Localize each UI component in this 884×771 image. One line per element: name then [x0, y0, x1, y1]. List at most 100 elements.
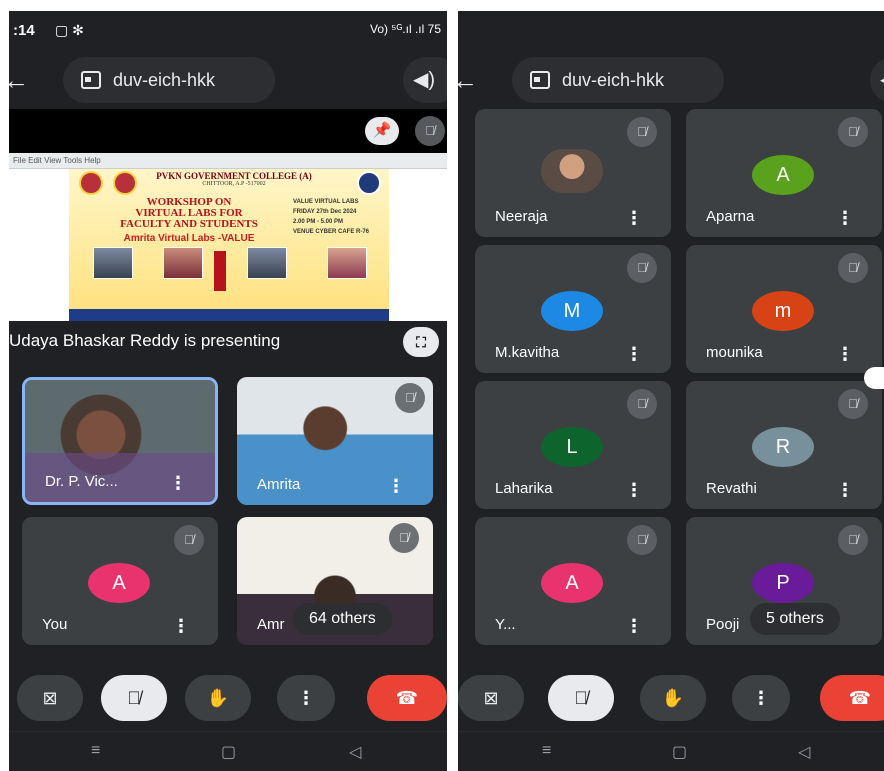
back-nav-icon[interactable]: ◁ — [798, 742, 810, 762]
more-options-icon[interactable]: ⋮ — [625, 481, 643, 499]
status-time: :14 — [13, 22, 35, 39]
mic-off-icon: 🎙̸ — [627, 389, 657, 419]
back-arrow-icon[interactable]: ← — [458, 65, 484, 97]
participant-tile-self[interactable]: 🎙̸ A You ⋮ — [22, 517, 218, 645]
avatar: P — [752, 563, 814, 603]
more-options-icon[interactable]: ⋮ — [387, 477, 405, 495]
poster-footer-strip — [69, 309, 389, 321]
participant-name: Y... — [495, 616, 516, 633]
others-count-pill[interactable]: 5 others — [750, 603, 840, 635]
meeting-info-button[interactable]: duv-eich-hkk — [63, 57, 275, 103]
presenting-label: Udaya Bhaskar Reddy is presenting — [9, 331, 281, 350]
speaker-photo — [327, 247, 367, 279]
resource-persons-banner — [214, 251, 226, 291]
pin-icon[interactable]: 📌 — [365, 117, 399, 145]
more-options-icon[interactable]: ⋮ — [836, 345, 854, 363]
participant-tile[interactable]: Dr. P. Vic... ⋮ — [22, 377, 218, 505]
home-icon[interactable]: ▢ — [221, 742, 236, 762]
event-details: VALUE VIRTUAL LABS FRIDAY 27th Dec 2024 … — [293, 197, 383, 237]
back-nav-icon[interactable]: ◁ — [349, 742, 361, 762]
amrita-subtitle: Amrita Virtual Labs -VALUE — [123, 233, 255, 244]
participant-tile[interactable]: 🎙̸ R Revathi ⋮ — [686, 381, 882, 509]
end-call-button[interactable]: ☎ — [820, 675, 884, 721]
avatar: A — [752, 155, 814, 195]
slide-toolbar: File Edit View Tools Help — [9, 153, 447, 169]
raise-hand-icon[interactable]: ✋ — [185, 675, 251, 721]
participant-tile[interactable]: 🎙̸ Amrita ⋮ — [237, 377, 433, 505]
avatar: R — [752, 427, 814, 467]
camera-off-icon[interactable]: ⊠ — [17, 675, 83, 721]
event-time: 2.00 PM - 5.00 PM — [293, 219, 344, 225]
more-options-icon[interactable]: ⋮ — [172, 617, 190, 635]
speaker-icon[interactable]: ◀) — [870, 57, 884, 103]
participant-name: M.kavitha — [495, 344, 560, 361]
meeting-code: duv-eich-hkk — [562, 69, 665, 90]
avatar: A — [541, 563, 603, 603]
right-phone-screen: ← duv-eich-hkk ◀) 🎙̸ Neeraja ⋮ 🎙̸ A Apar… — [458, 11, 884, 771]
participant-tile[interactable]: 🎙̸ Amr 64 others — [237, 517, 433, 645]
fullscreen-icon[interactable]: ⛶ — [403, 327, 439, 357]
speaker-photo — [93, 247, 133, 279]
call-controls: ⊠ 🎙̸ ✋ ⋮ ☎ — [458, 675, 884, 725]
participant-tile[interactable]: 🎙̸ m mounika ⋮ — [686, 245, 882, 373]
vlabs-label: VALUE VIRTUAL LABS — [293, 199, 359, 205]
camera-off-icon[interactable]: ⊠ — [458, 675, 524, 721]
recents-icon[interactable]: ≡ — [91, 742, 100, 760]
home-icon[interactable]: ▢ — [672, 742, 687, 762]
more-options-icon[interactable]: ⋮ — [625, 617, 643, 635]
workshop-poster: PVKN GOVERNMENT COLLEGE (A) CHITTOOR, A.… — [69, 169, 389, 321]
avatar: m — [752, 291, 814, 331]
college-address: CHITTOOR, A.P -517002 — [202, 181, 266, 187]
meeting-info-button[interactable]: duv-eich-hkk — [512, 57, 724, 103]
calendar-icon — [81, 71, 101, 89]
mic-toggle-button[interactable]: 🎙̸ — [101, 675, 167, 721]
mic-off-icon: 🎙̸ — [627, 525, 657, 555]
more-options-icon[interactable]: ⋮ — [625, 345, 643, 363]
recents-icon[interactable]: ≡ — [542, 742, 551, 760]
others-count-pill[interactable]: 64 others — [293, 603, 392, 635]
participant-name: Revathi — [706, 480, 757, 497]
mic-off-icon: 🎙̸ — [838, 389, 868, 419]
participant-tile[interactable]: 🎙̸ Neeraja ⋮ — [475, 109, 671, 237]
mic-off-icon: 🎙̸ — [395, 383, 425, 413]
mic-off-icon: 🎙̸ — [415, 116, 445, 146]
more-options-icon[interactable]: ⋮ — [625, 209, 643, 227]
more-options-icon[interactable]: ⋮ — [732, 675, 790, 721]
participant-tile[interactable]: 🎙̸ M M.kavitha ⋮ — [475, 245, 671, 373]
participant-name: Aparna — [706, 208, 755, 225]
shared-screen: File Edit View Tools Help PVKN GOVERNMEN… — [9, 153, 447, 321]
mic-off-icon: 🎙̸ — [627, 117, 657, 147]
more-options-icon[interactable]: ⋮ — [836, 481, 854, 499]
participant-tile[interactable]: 🎙̸ A Y... ⋮ — [475, 517, 671, 645]
participant-tile[interactable]: 🎙̸ L Laharika ⋮ — [475, 381, 671, 509]
participant-name: Amrita — [257, 476, 301, 493]
avatar: M — [541, 291, 603, 331]
more-options-icon[interactable]: ⋮ — [169, 474, 187, 492]
call-controls: ⊠ 🎙̸ ✋ ⋮ ☎ — [9, 675, 447, 725]
participant-name: Amr — [257, 616, 285, 633]
more-options-icon[interactable]: ⋮ — [277, 675, 335, 721]
more-options-icon[interactable]: ⋮ — [836, 209, 854, 227]
participant-tile[interactable]: 🎙̸ P Pooji 5 others — [686, 517, 882, 645]
speaker-icon[interactable]: ◀) — [403, 57, 447, 103]
mic-toggle-button[interactable]: 🎙̸ — [548, 675, 614, 721]
system-nav-bar: ≡ ▢ ◁ — [9, 731, 447, 771]
side-badge[interactable]: 1 — [864, 367, 884, 389]
meeting-code: duv-eich-hkk — [113, 69, 216, 90]
status-bar: :14 ▢ ✻ Vo) ⁵ᴳ.ıl .ıl 75 — [9, 11, 447, 51]
meeting-top-bar: ← duv-eich-hkk ◀) — [458, 53, 884, 107]
participant-tile[interactable]: 🎙̸ A Aparna ⋮ — [686, 109, 882, 237]
mic-off-icon: 🎙̸ — [838, 525, 868, 555]
participant-name: Laharika — [495, 480, 553, 497]
system-nav-bar: ≡ ▢ ◁ — [458, 731, 884, 771]
back-arrow-icon[interactable]: ← — [9, 65, 35, 97]
title-line-2: FACULTY AND STUDENTS — [120, 218, 258, 230]
meeting-top-bar: ← duv-eich-hkk ◀) — [9, 53, 447, 107]
signal-battery: Vo) ⁵ᴳ.ıl .ıl 75 — [370, 22, 441, 36]
speaker-photo — [163, 247, 203, 279]
calendar-icon — [530, 71, 550, 89]
workshop-title: WORKSHOP ON VIRTUAL LABS FOR FACULTY AND… — [89, 197, 289, 230]
end-call-button[interactable]: ☎ — [367, 675, 447, 721]
raise-hand-icon[interactable]: ✋ — [640, 675, 706, 721]
avatar: L — [541, 427, 603, 467]
